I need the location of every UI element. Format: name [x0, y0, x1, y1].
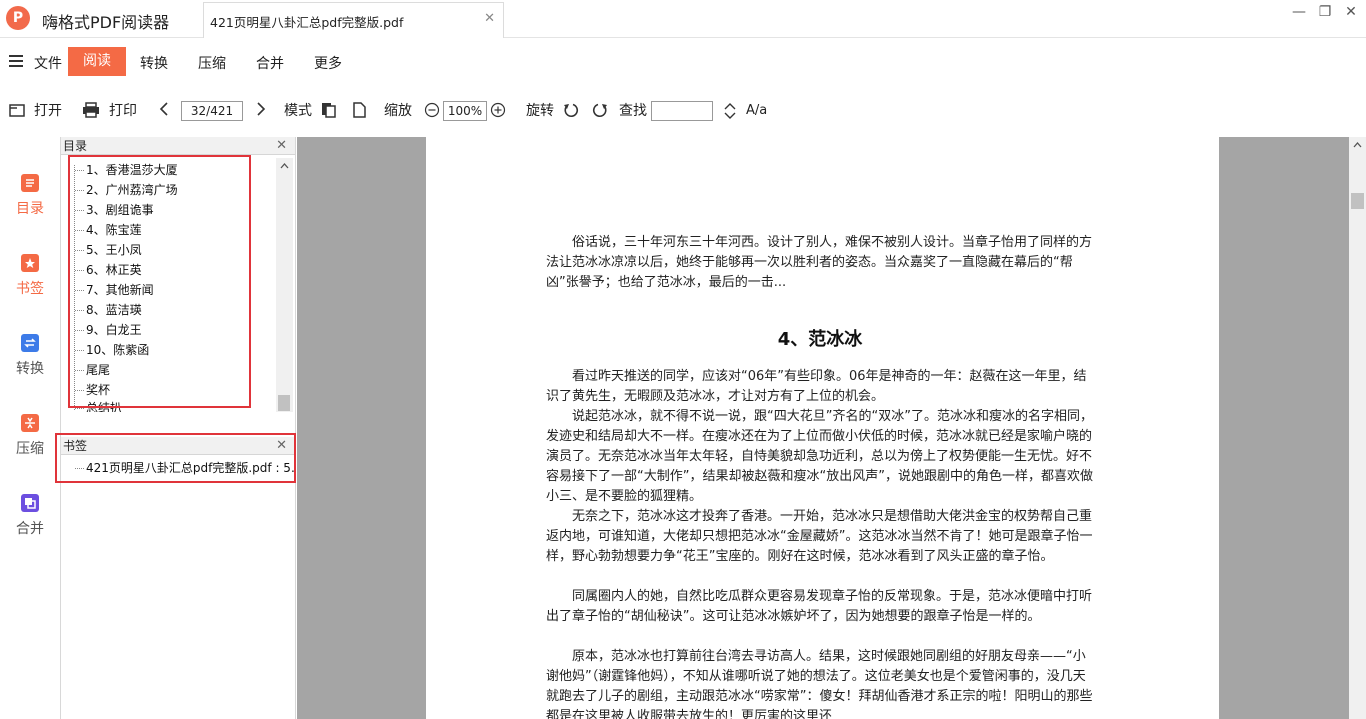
menu-compress[interactable]: 压缩 — [198, 52, 226, 76]
toc-item[interactable]: 8、蓝洁瑛 — [75, 301, 142, 318]
find-label: 查找 — [619, 103, 647, 119]
prev-page-icon[interactable] — [155, 102, 173, 120]
document-tab[interactable]: 421页明星八卦汇总pdf完整版.pdf ✕ — [203, 2, 504, 38]
title-bar: P 嗨格式PDF阅读器 421页明星八卦汇总pdf完整版.pdf ✕ — ❐ ✕ — [0, 0, 1366, 38]
toc-item[interactable]: 总结扒 — [75, 399, 122, 412]
close-toc-panel-icon[interactable]: ✕ — [276, 137, 287, 155]
body-paragraph: 同属圈内人的她，自然比吃瓜群众更容易发现章子怡的反常现象。于是，范冰冰便暗中打听… — [546, 589, 1093, 624]
find-input[interactable] — [651, 101, 713, 121]
rotate-label: 旋转 — [526, 103, 554, 119]
sidebar-panel: 目录 ✕ 1、香港温莎大厦 2、广州荔湾广场 3、剧组诡事 4、陈宝莲 5、王小… — [60, 137, 296, 719]
intro-paragraph: 俗话说，三十年河东三十年河西。设计了别人，难保不被别人设计。当章子怡用了同样的方… — [546, 235, 1093, 290]
nav-compress[interactable]: 压缩 — [0, 414, 60, 458]
rotate-left-icon[interactable] — [562, 102, 580, 120]
find-nav-icon[interactable] — [721, 102, 739, 120]
convert-icon — [21, 334, 39, 352]
nav-convert-label: 转换 — [16, 361, 44, 377]
scroll-up-icon[interactable] — [1349, 138, 1366, 152]
menu-file[interactable]: 文件 — [34, 52, 62, 76]
close-window-icon[interactable]: ✕ — [1340, 3, 1362, 21]
document-page: 俗话说，三十年河东三十年河西。设计了别人，难保不被别人设计。当章子怡用了同样的方… — [426, 137, 1219, 719]
bookmark-panel-header: 书签 ✕ — [61, 437, 295, 455]
nav-merge[interactable]: 合并 — [0, 494, 60, 538]
page-number-input[interactable]: 32/421 — [181, 101, 243, 121]
minimize-icon[interactable]: — — [1288, 3, 1310, 21]
close-tab-icon[interactable]: ✕ — [484, 11, 495, 26]
bookmark-icon — [21, 254, 39, 272]
toc-item[interactable]: 2、广州荔湾广场 — [75, 181, 178, 198]
mode-label: 模式 — [284, 103, 312, 119]
nav-merge-label: 合并 — [16, 521, 44, 537]
toc-item[interactable]: 6、林正英 — [75, 261, 142, 278]
scroll-up-icon[interactable] — [276, 159, 293, 173]
app-title: 嗨格式PDF阅读器 — [42, 13, 170, 32]
nav-toc-label: 目录 — [16, 201, 44, 217]
hamburger-icon[interactable] — [9, 55, 23, 67]
toc-scrollbar[interactable] — [276, 158, 293, 412]
nav-toc[interactable]: 目录 — [0, 174, 60, 218]
open-button[interactable]: 打开 — [34, 102, 62, 120]
body-paragraph: 看过昨天推送的同学，应该对“06年”有些印象。06年是神奇的一年：赵薇在这一年里… — [546, 369, 1087, 404]
rotate-right-icon[interactable] — [591, 102, 609, 120]
toc-item[interactable]: 奖杯 — [75, 381, 110, 398]
toc-item[interactable]: 7、其他新闻 — [75, 281, 154, 298]
nav-bookmark-label: 书签 — [16, 281, 44, 297]
open-icon[interactable] — [8, 102, 26, 120]
bookmark-panel-title: 书签 — [63, 439, 88, 453]
menu-convert[interactable]: 转换 — [140, 52, 168, 76]
next-page-icon[interactable] — [252, 102, 270, 120]
toc-item[interactable]: 10、陈紫函 — [75, 341, 149, 358]
toc-item[interactable]: 尾尾 — [75, 361, 110, 378]
section-heading: 4、范冰冰 — [777, 329, 863, 350]
list-icon — [21, 174, 39, 192]
toc-item[interactable]: 9、白龙王 — [75, 321, 142, 338]
toc-panel-header: 目录 ✕ — [61, 137, 295, 155]
document-viewer[interactable]: 俗话说，三十年河东三十年河西。设计了别人，难保不被别人设计。当章子怡用了同样的方… — [297, 137, 1349, 719]
viewer-scrollbar-thumb[interactable] — [1351, 193, 1364, 209]
document-tab-label: 421页明星八卦汇总pdf完整版.pdf — [210, 15, 404, 30]
zoom-label: 缩放 — [384, 103, 412, 119]
print-button[interactable]: 打印 — [109, 102, 137, 120]
body-paragraph: 说起范冰冰，就不得不说一说，跟“四大花旦”齐名的“双冰”了。范冰冰和瘦冰的名字相… — [546, 409, 1093, 504]
compress-icon — [21, 414, 39, 432]
merge-icon — [21, 494, 39, 512]
nav-compress-label: 压缩 — [16, 441, 44, 457]
zoom-out-icon[interactable] — [423, 102, 441, 120]
print-icon[interactable] — [82, 102, 100, 120]
nav-bookmark[interactable]: 书签 — [0, 254, 60, 298]
restore-icon[interactable]: ❐ — [1314, 3, 1336, 21]
toc-scrollbar-thumb[interactable] — [278, 395, 290, 411]
toc-panel-title: 目录 — [63, 139, 88, 153]
menu-read[interactable]: 阅读 — [68, 47, 126, 76]
close-bookmark-panel-icon[interactable]: ✕ — [276, 437, 287, 455]
toc-item[interactable]: 3、剧组诡事 — [75, 201, 154, 218]
menu-merge[interactable]: 合并 — [256, 52, 284, 76]
body-paragraph: 原本，范冰冰也打算前往台湾去寻访高人。结果，这时候跟她同剧组的好朋友母亲——“小… — [546, 649, 1093, 719]
menu-more[interactable]: 更多 — [314, 52, 342, 76]
zoom-input[interactable]: 100% — [443, 101, 487, 121]
two-page-mode-icon[interactable] — [320, 102, 338, 120]
app-logo-icon: P — [6, 6, 30, 30]
nav-convert[interactable]: 转换 — [0, 334, 60, 378]
body-paragraph: 无奈之下，范冰冰这才投奔了香港。一开始，范冰冰只是想借助大佬洪金宝的权势帮自己重… — [546, 509, 1093, 564]
zoom-in-icon[interactable] — [489, 102, 507, 120]
viewer-scrollbar[interactable] — [1349, 137, 1366, 719]
bookmark-item[interactable]: 421页明星八卦汇总pdf完整版.pdf : 5. — [75, 459, 295, 476]
toc-item[interactable]: 5、王小凤 — [75, 241, 142, 258]
toc-item[interactable]: 1、香港温莎大厦 — [75, 161, 178, 178]
toc-item[interactable]: 4、陈宝莲 — [75, 221, 142, 238]
match-case-toggle[interactable]: A/a — [746, 102, 767, 120]
single-page-mode-icon[interactable] — [350, 102, 368, 120]
